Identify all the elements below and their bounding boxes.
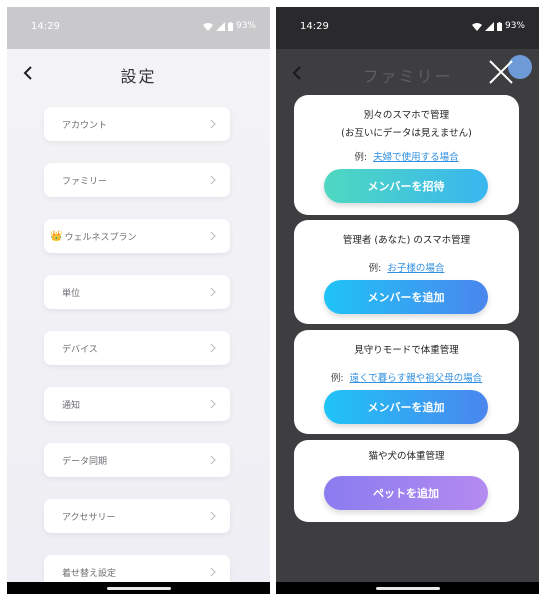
example-link[interactable]: 夫婦で使用する場合 xyxy=(373,152,459,163)
chevron-right-icon xyxy=(210,287,216,297)
battery-percent: 93% xyxy=(235,21,256,31)
status-icons: 93% xyxy=(471,21,525,31)
settings-item-label: 通知 xyxy=(62,400,81,411)
add-pet-button[interactable]: ペットを追加 xyxy=(324,476,488,510)
battery-percent: 93% xyxy=(504,21,525,31)
settings-item-label: データ同期 xyxy=(62,456,108,467)
card-title: 猫や犬の体重管理 xyxy=(368,451,445,462)
settings-item-family[interactable]: ファミリー xyxy=(44,163,230,197)
settings-navbar: 設定 xyxy=(7,49,270,101)
example-label: 例: xyxy=(354,152,368,163)
family-screen: 14:29 93% ファミリー 別々のスマホで管理 (お互いにデータは見えません… xyxy=(276,7,539,594)
chevron-right-icon xyxy=(210,511,216,521)
card-title: 見守りモードで体重管理 xyxy=(354,345,459,356)
settings-item-label: デバイス xyxy=(62,344,98,355)
chevron-right-icon xyxy=(210,175,216,185)
crown-icon: 👑 xyxy=(50,230,63,242)
invite-member-card: 別々のスマホで管理 (お互いにデータは見えません) 例: 夫婦で使用する場合 メン… xyxy=(294,95,519,215)
battery-icon xyxy=(227,21,233,31)
settings-item-data-sync[interactable]: データ同期 xyxy=(44,443,230,477)
example-link[interactable]: 遠くで暮らす親や祖父母の場合 xyxy=(350,373,483,384)
settings-item-notifications[interactable]: 通知 xyxy=(44,387,230,421)
example-label: 例: xyxy=(330,373,344,384)
signal-icon xyxy=(484,21,494,31)
invite-member-button[interactable]: メンバーを招待 xyxy=(324,169,488,203)
settings-item-device[interactable]: デバイス xyxy=(44,331,230,365)
settings-screen: 14:29 93% 設定 アカウント ファミリー 👑 ウェルネスプラン 単位 デ… xyxy=(7,7,270,594)
settings-item-accessories[interactable]: アクセサリー xyxy=(44,499,230,533)
card-example: 例: 夫婦で使用する場合 xyxy=(294,149,519,163)
chevron-right-icon xyxy=(210,231,216,241)
home-indicator[interactable] xyxy=(375,587,440,590)
card-example: 例: お子様の場合 xyxy=(294,260,519,274)
admin-managed-card: 管理者 (あなた) のスマホ管理 例: お子様の場合 メンバーを追加 xyxy=(294,220,519,324)
example-label: 例: xyxy=(368,263,382,274)
battery-icon xyxy=(496,21,502,31)
settings-item-label: アクセサリー xyxy=(62,512,116,523)
settings-item-label: 単位 xyxy=(62,288,81,299)
card-title: 管理者 (あなた) のスマホ管理 xyxy=(342,235,471,246)
settings-item-label: 着せ替え設定 xyxy=(62,568,117,579)
settings-item-account[interactable]: アカウント xyxy=(44,107,230,141)
chevron-right-icon xyxy=(210,119,216,129)
status-time: 14:29 xyxy=(31,21,60,32)
settings-item-units[interactable]: 単位 xyxy=(44,275,230,309)
status-icons: 93% xyxy=(202,21,256,31)
home-indicator[interactable] xyxy=(106,587,171,590)
card-title: 別々のスマホで管理 xyxy=(363,110,450,121)
chevron-right-icon xyxy=(210,399,216,409)
status-bar: 14:29 93% xyxy=(276,7,539,49)
home-bar xyxy=(276,582,539,594)
settings-item-label: ウェルネスプラン xyxy=(64,232,137,243)
chevron-right-icon xyxy=(210,455,216,465)
home-bar xyxy=(7,582,270,594)
status-bar: 14:29 93% xyxy=(7,7,270,49)
settings-item-label: アカウント xyxy=(62,120,108,131)
signal-icon xyxy=(215,21,225,31)
wifi-icon xyxy=(202,22,213,31)
status-time: 14:29 xyxy=(300,21,329,32)
card-subtitle: (お互いにデータは見えません) xyxy=(341,128,472,139)
close-icon[interactable] xyxy=(486,57,516,87)
settings-item-label: ファミリー xyxy=(62,176,108,187)
add-member-button[interactable]: メンバーを追加 xyxy=(324,390,488,424)
chevron-right-icon xyxy=(210,567,216,577)
settings-item-wellness-plan[interactable]: 👑 ウェルネスプラン xyxy=(44,219,230,253)
pet-weight-card: 猫や犬の体重管理 ペットを追加 xyxy=(294,440,519,522)
page-title: 設定 xyxy=(120,67,157,86)
watch-mode-card: 見守りモードで体重管理 例: 遠くで暮らす親や祖父母の場合 メンバーを追加 xyxy=(294,330,519,434)
chevron-right-icon xyxy=(210,343,216,353)
add-member-button[interactable]: メンバーを追加 xyxy=(324,280,488,314)
wifi-icon xyxy=(471,22,482,31)
card-example: 例: 遠くで暮らす親や祖父母の場合 xyxy=(294,370,519,384)
example-link[interactable]: お子様の場合 xyxy=(387,263,444,274)
